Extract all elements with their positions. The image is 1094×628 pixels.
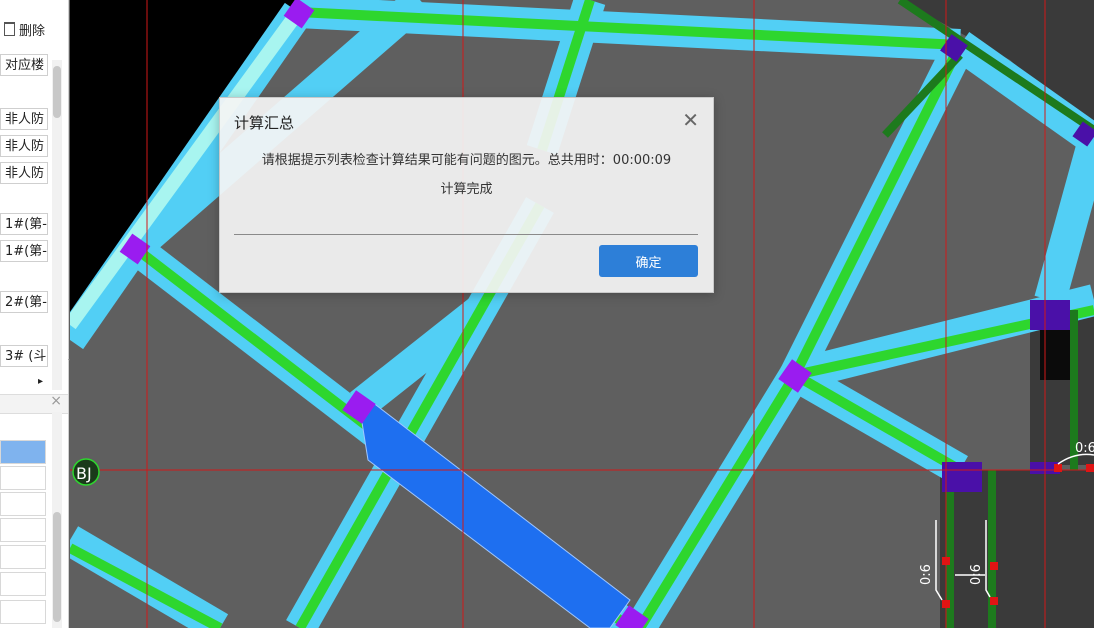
table-row[interactable] [0,572,46,596]
list-item[interactable]: 非人防 [0,108,48,130]
confirm-button[interactable]: 确定 [599,245,698,277]
close-icon[interactable]: ✕ [682,108,699,132]
left-panel: 删除 对应楼 非人防 非人防 非人防 1#(第- 1#(第- 2#(第- 3# … [0,0,69,628]
delete-button[interactable]: 删除 [0,21,60,43]
dialog-divider [234,234,698,235]
scrollbar-thumb[interactable] [53,512,61,622]
drawing-canvas[interactable]: BJ 0:6 0:6 0:6 [70,0,1094,628]
selected-row[interactable] [0,440,46,464]
list-item[interactable]: 3# (斗 [0,345,48,367]
expand-arrow-icon[interactable]: ▸ [34,371,48,393]
list-item[interactable]: 非人防 [0,162,48,184]
dimension-label: 0:6 [919,564,934,585]
dialog-title: 计算汇总 [234,114,295,132]
dialog-message: 请根据提示列表检查计算结果可能有问题的图元。总共用时：00:00:09 [261,153,672,168]
panel-scrollbar[interactable] [52,60,62,390]
pane-header: × [0,393,68,414]
dimension-label: 0:6 [969,564,984,585]
axis-label-bj: BJ [76,464,92,483]
table-row[interactable] [0,518,46,542]
pane-close-icon[interactable]: × [50,393,62,409]
delete-label: 删除 [19,24,46,39]
calculation-summary-dialog: 计算汇总 ✕ 请根据提示列表检查计算结果可能有问题的图元。总共用时：00:00:… [219,97,714,293]
column-header-corresponding-floor[interactable]: 对应楼 [0,54,48,76]
list-item[interactable]: 1#(第- [0,213,48,235]
list-item[interactable]: 非人防 [0,135,48,157]
table-row[interactable] [0,466,46,490]
list-item[interactable]: 2#(第- [0,291,48,313]
list-item[interactable]: 1#(第- [0,240,48,262]
table-row[interactable] [0,492,46,516]
table-row[interactable] [0,600,46,624]
pane-scrollbar[interactable] [52,412,62,628]
scrollbar-thumb[interactable] [53,66,61,118]
dialog-status: 计算完成 [440,182,493,197]
dimension-label: 0:6 [1075,441,1094,456]
trash-icon [4,22,15,36]
table-row[interactable] [0,545,46,569]
